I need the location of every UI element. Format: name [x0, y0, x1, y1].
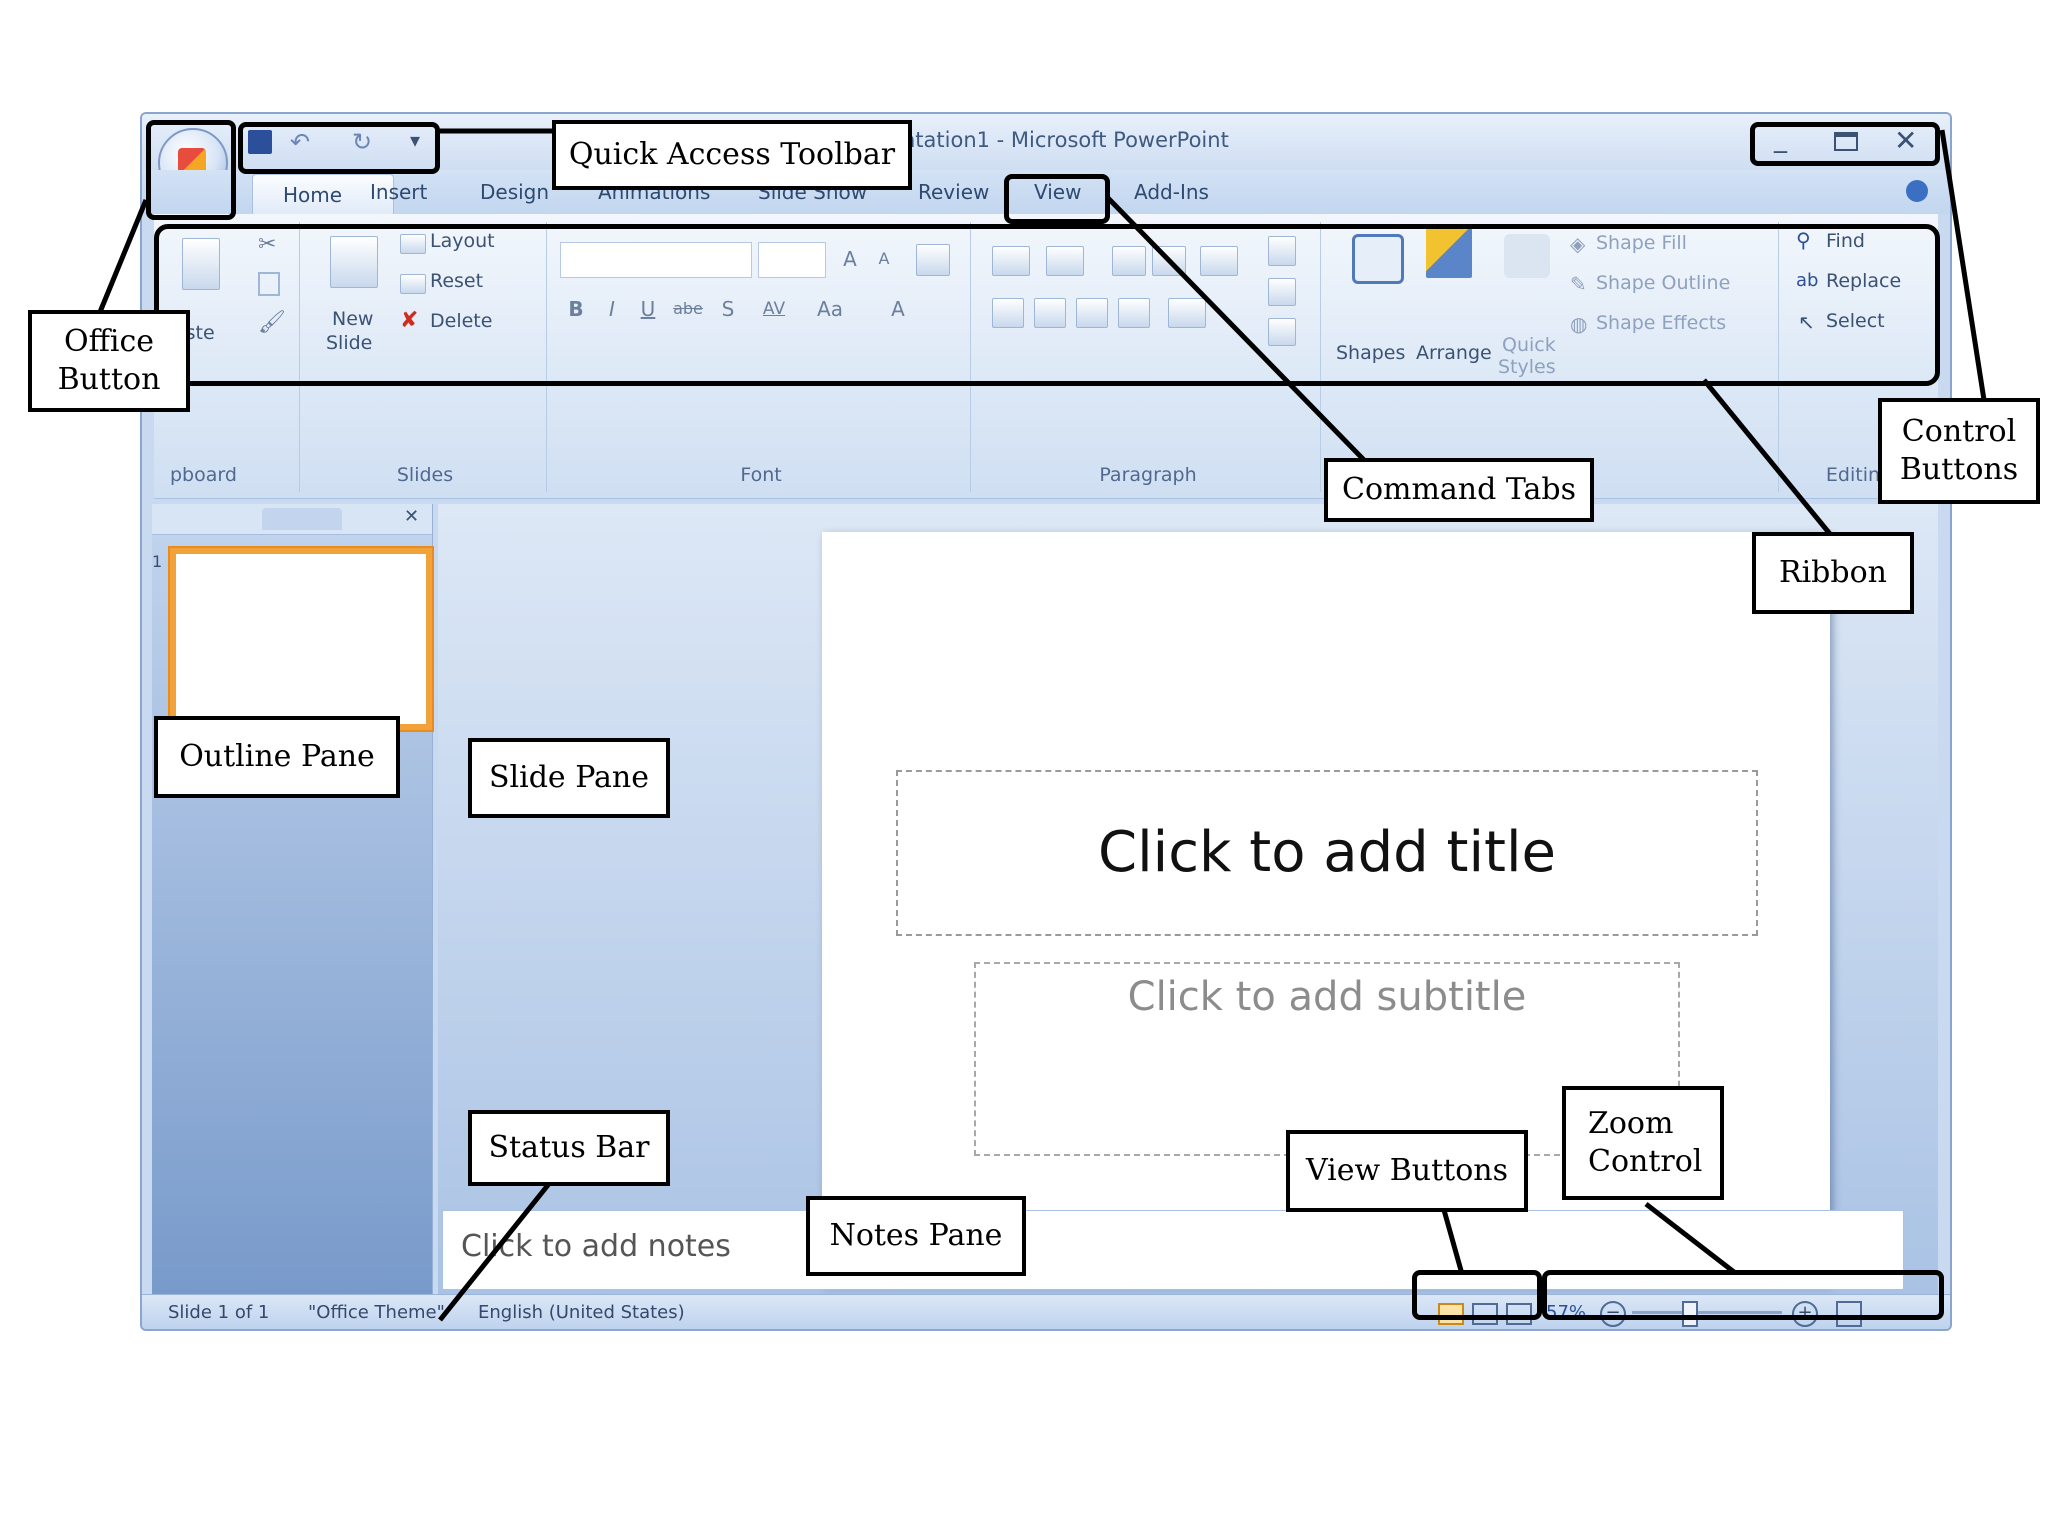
callout-quick-access-toolbar: Quick Access Toolbar — [552, 120, 912, 190]
callout-notes-pane: Notes Pane — [806, 1196, 1026, 1276]
callout-status-bar: Status Bar — [468, 1110, 670, 1186]
callout-slide-pane: Slide Pane — [468, 738, 670, 818]
callout-view-buttons: View Buttons — [1286, 1130, 1528, 1212]
callout-ribbon: Ribbon — [1752, 532, 1914, 614]
callout-command-tabs: Command Tabs — [1324, 458, 1594, 522]
highlight-office-button — [146, 120, 236, 220]
highlight-view-tab — [1004, 174, 1110, 224]
highlight-control-buttons — [1750, 122, 1940, 166]
highlight-zoom-control — [1542, 1270, 1944, 1320]
callout-outline-pane: Outline Pane — [154, 716, 400, 798]
highlight-ribbon — [154, 224, 1940, 386]
highlight-quick-access — [238, 122, 440, 174]
callout-office-button: Office Button — [28, 310, 190, 412]
callout-control-buttons: Control Buttons — [1878, 398, 2040, 504]
highlight-view-buttons — [1412, 1270, 1542, 1320]
callout-zoom-control: Zoom Control — [1562, 1086, 1724, 1200]
